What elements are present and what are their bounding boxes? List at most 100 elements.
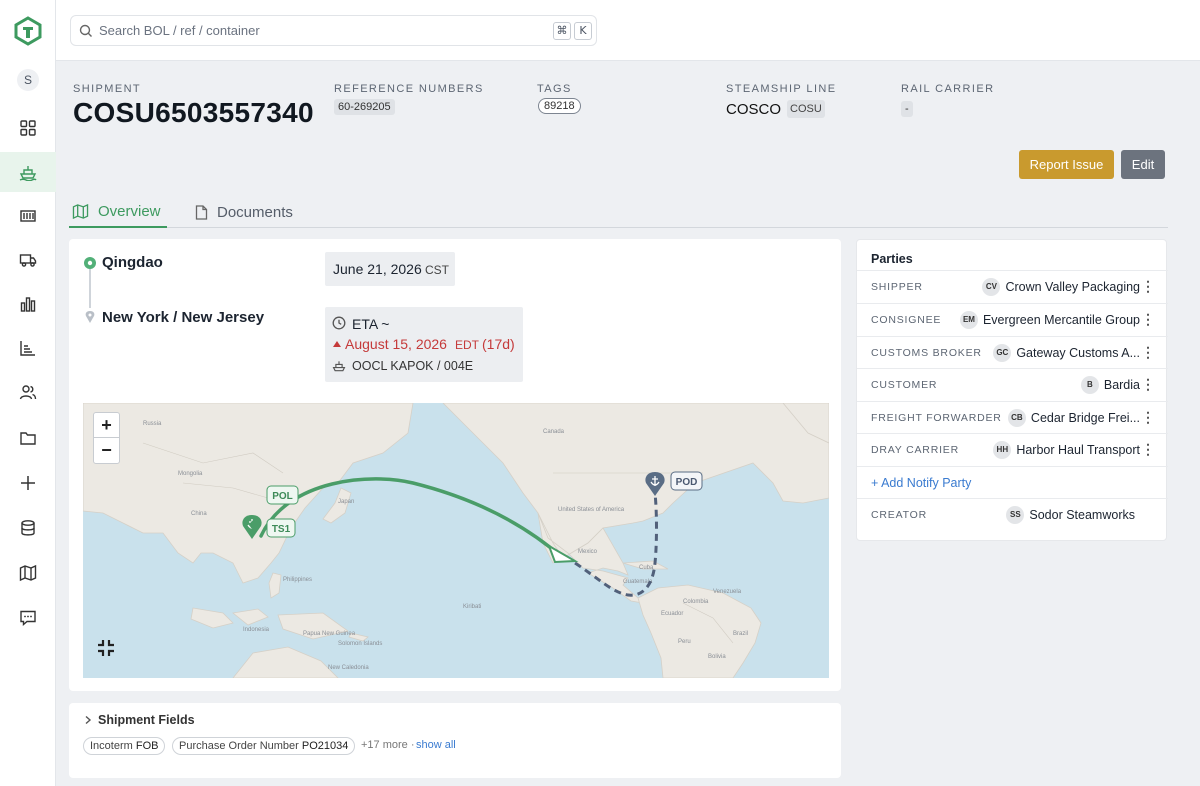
nav-reports[interactable] bbox=[0, 328, 56, 368]
nav-files[interactable] bbox=[0, 418, 56, 458]
collapse-map-icon[interactable] bbox=[96, 638, 116, 658]
field-chip-incoterm[interactable]: Incoterm FOB bbox=[83, 737, 166, 755]
nav-messages[interactable] bbox=[0, 598, 56, 638]
map-label-indonesia: Indonesia bbox=[243, 627, 270, 633]
ts1-label: TS1 bbox=[272, 524, 291, 535]
party-avatar: B bbox=[1080, 375, 1099, 394]
users-icon bbox=[19, 385, 37, 400]
show-all-link[interactable]: show all bbox=[416, 739, 456, 751]
nav-contacts[interactable] bbox=[0, 372, 56, 412]
creator-row: CREATOR SS Sodor Steamworks bbox=[857, 498, 1168, 530]
map-icon bbox=[19, 564, 37, 582]
shipment-label: SHIPMENT bbox=[73, 83, 142, 95]
search-box[interactable]: ⌘ K bbox=[70, 15, 597, 46]
ship-icon bbox=[332, 361, 346, 372]
origin-port[interactable]: Qingdao bbox=[102, 254, 163, 271]
top-bar: ⌘ K bbox=[56, 0, 1200, 61]
party-avatar: GC bbox=[993, 343, 1012, 362]
tab-overview[interactable]: Overview bbox=[69, 196, 167, 228]
search-icon bbox=[79, 24, 92, 37]
party-name: Gateway Customs A... bbox=[1016, 345, 1140, 360]
map-label-bolivia: Bolivia bbox=[708, 654, 726, 660]
report-chart-icon bbox=[20, 341, 35, 356]
party-label: DRAY CARRIER bbox=[871, 443, 959, 456]
database-icon bbox=[21, 520, 35, 536]
more-options-icon[interactable]: ⋮ bbox=[1141, 344, 1155, 361]
nav-analytics[interactable] bbox=[0, 284, 56, 324]
party-row-freight-forwarder[interactable]: FREIGHT FORWARDER CB Cedar Bridge Frei...… bbox=[857, 401, 1168, 433]
sidebar: S bbox=[0, 0, 56, 786]
nav-containers[interactable] bbox=[0, 196, 56, 236]
eta-delay: (17d) bbox=[482, 336, 515, 352]
nav-data[interactable] bbox=[0, 508, 56, 548]
parties-title: Parties bbox=[871, 252, 913, 266]
party-avatar: CB bbox=[1007, 408, 1026, 427]
search-input[interactable] bbox=[99, 23, 539, 38]
tab-documents[interactable]: Documents bbox=[195, 196, 293, 228]
ship-icon bbox=[19, 166, 37, 181]
more-options-icon[interactable]: ⋮ bbox=[1141, 278, 1155, 295]
party-avatar: HH bbox=[993, 440, 1012, 459]
departure-timezone: CST bbox=[425, 263, 449, 277]
truck-icon bbox=[19, 254, 37, 267]
zoom-out-button[interactable]: − bbox=[94, 438, 119, 463]
field-chip-po-number[interactable]: Purchase Order Number PO21034 bbox=[172, 737, 356, 755]
more-options-icon[interactable]: ⋮ bbox=[1141, 441, 1155, 458]
document-icon bbox=[195, 204, 208, 220]
route-map[interactable]: Canada United States of America Mexico C… bbox=[83, 403, 829, 678]
map-label-cuba: Cuba bbox=[639, 565, 654, 571]
shipment-fields-toggle[interactable]: Shipment Fields bbox=[83, 713, 195, 727]
more-options-icon[interactable]: ⋮ bbox=[1141, 311, 1155, 328]
eta-date: August 15, 2026 bbox=[345, 336, 447, 352]
party-row-customer[interactable]: CUSTOMER B Bardia ⋮ bbox=[857, 368, 1168, 400]
map-label-kiribati: Kiribati bbox=[463, 604, 481, 610]
nav-trucking[interactable] bbox=[0, 240, 56, 280]
vessel-voyage[interactable]: OOCL KAPOK / 004E bbox=[352, 359, 473, 373]
steamship-label: STEAMSHIP LINE bbox=[726, 83, 837, 95]
party-row-dray-carrier[interactable]: DRAY CARRIER HH Harbor Haul Transport ⋮ bbox=[857, 433, 1168, 465]
shipment-fields-card: Shipment Fields Incoterm FOB Purchase Or… bbox=[69, 703, 841, 778]
route-timeline bbox=[84, 257, 96, 323]
steamship-line: COSCO COSU bbox=[726, 100, 825, 118]
departure-date: June 21, 2026 bbox=[333, 261, 422, 277]
nav-map[interactable] bbox=[0, 553, 56, 593]
map-canvas: Canada United States of America Mexico C… bbox=[83, 403, 829, 678]
map-label-russia: Russia bbox=[143, 421, 162, 427]
map-label-canada: Canada bbox=[543, 429, 565, 435]
reference-chip[interactable]: 60-269205 bbox=[334, 99, 395, 115]
map-label-colombia: Colombia bbox=[683, 599, 709, 605]
nav-create[interactable] bbox=[0, 463, 56, 503]
user-avatar[interactable]: S bbox=[17, 69, 39, 91]
party-row-customs-broker[interactable]: CUSTOMS BROKER GC Gateway Customs A... ⋮ bbox=[857, 336, 1168, 368]
app-logo[interactable] bbox=[14, 16, 42, 46]
map-label-mongolia: Mongolia bbox=[178, 471, 203, 477]
shipment-fields-title: Shipment Fields bbox=[98, 713, 195, 727]
party-label: CONSIGNEE bbox=[871, 313, 942, 326]
container-icon bbox=[20, 210, 36, 222]
pol-label: POL bbox=[272, 491, 293, 502]
rail-value: - bbox=[901, 101, 913, 117]
chevron-right-icon bbox=[85, 715, 92, 725]
party-avatar: EM bbox=[959, 310, 978, 329]
map-label-peru: Peru bbox=[678, 639, 691, 645]
nav-dashboard[interactable] bbox=[0, 108, 56, 148]
party-name: Cedar Bridge Frei... bbox=[1030, 410, 1140, 425]
more-options-icon[interactable]: ⋮ bbox=[1141, 376, 1155, 393]
map-label-japan: Japan bbox=[338, 499, 354, 505]
add-notify-party-link[interactable]: + Add Notify Party bbox=[871, 476, 971, 490]
more-options-icon[interactable]: ⋮ bbox=[1141, 409, 1155, 426]
zoom-controls: + − bbox=[93, 412, 120, 464]
report-issue-button[interactable]: Report Issue bbox=[1019, 150, 1114, 179]
zoom-in-button[interactable]: + bbox=[94, 413, 119, 438]
destination-port[interactable]: New York / New Jersey bbox=[102, 309, 264, 326]
parties-card: Parties SHIPPER CV Crown Valley Packaging… bbox=[856, 239, 1168, 541]
edit-button[interactable]: Edit bbox=[1121, 150, 1165, 179]
map-label-solomon: Solomon Islands bbox=[338, 641, 382, 647]
tab-bar: Overview Documents bbox=[69, 196, 1168, 228]
party-row-shipper[interactable]: SHIPPER CV Crown Valley Packaging ⋮ bbox=[857, 270, 1168, 302]
nav-shipments[interactable] bbox=[0, 152, 56, 192]
tag-pill[interactable]: 89218 bbox=[538, 98, 581, 114]
party-row-consignee[interactable]: CONSIGNEE EM Evergreen Mercantile Group ⋮ bbox=[857, 303, 1168, 335]
party-value: GC Gateway Customs A... bbox=[993, 343, 1140, 362]
map-label-philippines: Philippines bbox=[283, 577, 312, 583]
